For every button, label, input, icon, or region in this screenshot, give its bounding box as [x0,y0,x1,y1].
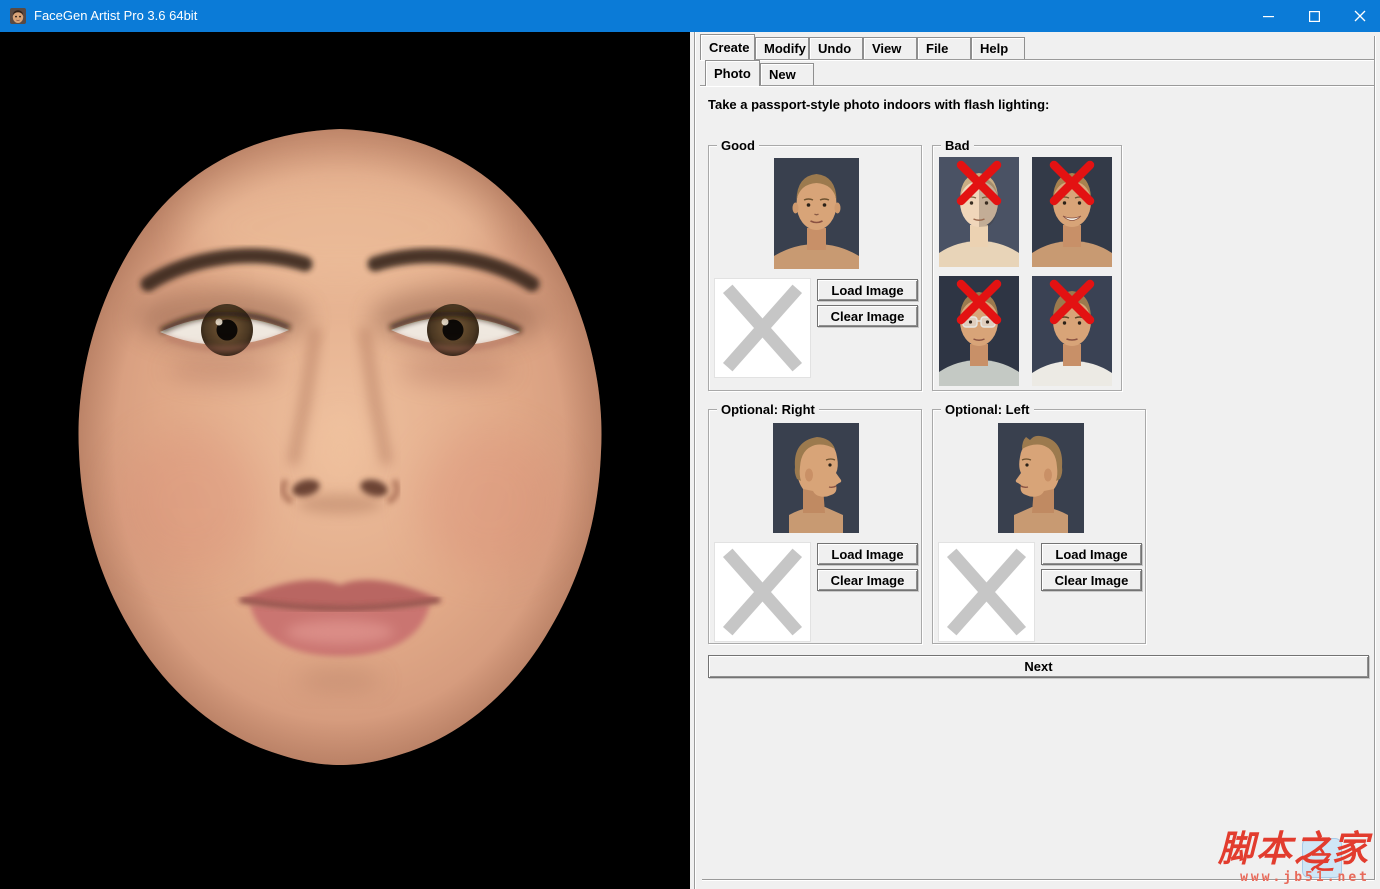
next-button[interactable]: Next [708,655,1369,678]
good-example-photo [774,158,859,269]
left-slot-empty [938,542,1035,642]
instruction-text: Take a passport-style photo indoors with… [708,97,1050,112]
watermark-site-name: 脚本之家 [1217,828,1370,870]
tab-undo[interactable]: Undo [809,37,863,59]
face-3d-viewport[interactable] [0,32,690,889]
tab-create-label: Create [709,40,750,55]
left-clear-image-button[interactable]: Clear Image [1041,569,1142,591]
bad-example-photo-glasses [939,276,1019,386]
tab-photo[interactable]: Photo [705,60,760,86]
good-slot-empty [714,278,811,378]
gray-x-icon [939,543,1034,641]
tab-view-label: View [872,41,902,56]
optional-left-group: Optional: Left Load Image Clear Image [932,402,1146,644]
panel-bottom-frame [702,879,1374,880]
panel-right-frame [1374,36,1375,880]
titlebar[interactable]: FaceGen Artist Pro 3.6 64bit [0,0,1380,32]
create-photo-panel: Create Modify Undo View File Help Photo … [700,32,1380,889]
window-title: FaceGen Artist Pro 3.6 64bit [34,8,198,23]
tab-help-label: Help [980,41,1009,56]
bad-example-photo-shadowed [939,157,1019,267]
tab-file[interactable]: File [917,37,971,59]
optional-left-title: Optional: Left [941,402,1034,417]
bad-example-photo-hair [1032,276,1112,386]
tab-photo-label: Photo [714,66,751,81]
good-group-title: Good [717,138,759,153]
tab-modify[interactable]: Modify [755,37,809,59]
left-profile-example-photo [998,423,1084,533]
tab-help[interactable]: Help [971,37,1025,59]
optional-right-group: Optional: Right Load Image Clear Image [708,402,922,644]
main-tabbar-baseline [700,59,1374,60]
bad-example-photo-smiling [1032,157,1112,267]
panel-splitter[interactable] [690,32,700,889]
facegen-app-window: FaceGen Artist Pro 3.6 64bit Create Modi… [0,0,1380,889]
tab-undo-label: Undo [818,41,852,56]
gray-x-icon [715,279,810,377]
minimize-icon[interactable] [1245,0,1291,32]
good-clear-image-button[interactable]: Clear Image [817,305,918,327]
watermark-logo-icon: 之 [1302,838,1342,878]
tab-modify-label: Modify [764,41,806,56]
tab-view[interactable]: View [863,37,917,59]
close-icon[interactable] [1337,0,1380,32]
sub-tabbar-baseline [700,85,1374,86]
bad-group-title: Bad [941,138,974,153]
optional-right-title: Optional: Right [717,402,819,417]
left-load-image-button[interactable]: Load Image [1041,543,1142,565]
right-slot-empty [714,542,811,642]
right-load-image-button[interactable]: Load Image [817,543,918,565]
bad-group: Bad [932,138,1122,391]
watermark-site-url: www.jb51.net [1240,869,1370,885]
app-icon [10,8,26,24]
tab-create[interactable]: Create [700,34,755,60]
watermark: 之 脚本之家 www.jb51.net [1170,828,1370,885]
good-load-image-button[interactable]: Load Image [817,279,918,301]
maximize-icon[interactable] [1291,0,1337,32]
right-clear-image-button[interactable]: Clear Image [817,569,918,591]
tab-new-label: New [769,67,796,82]
good-group: Good Load Image Clear Image [708,138,922,391]
tab-new[interactable]: New [760,63,814,85]
right-profile-example-photo [773,423,859,533]
tab-file-label: File [926,41,949,56]
rendered-face-model [0,32,690,889]
gray-x-icon [715,543,810,641]
